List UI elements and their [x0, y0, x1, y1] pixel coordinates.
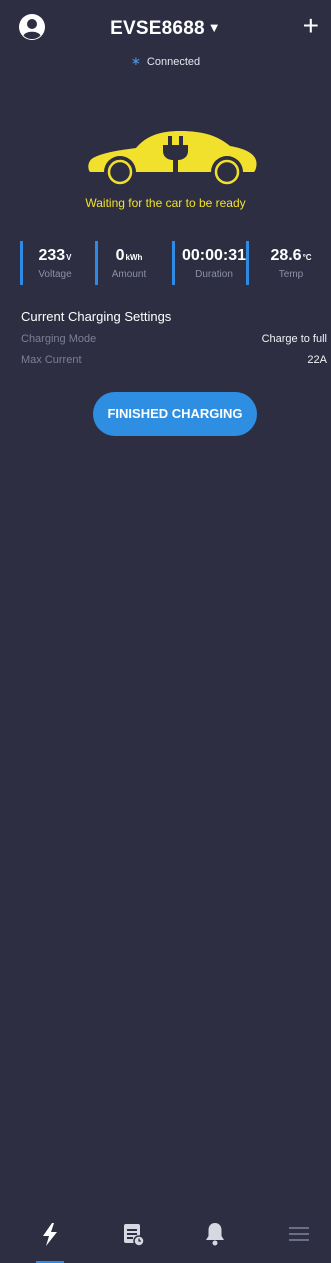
stat-value: 0kWh [115, 247, 143, 264]
charging-status-text: Waiting for the car to be ready [85, 196, 246, 210]
stat-divider [95, 241, 98, 285]
stat-label: Duration [195, 269, 233, 280]
stat-divider [246, 241, 249, 285]
stats-panel: 233V Voltage 0kWh Amount 00:00:31 Durati… [0, 241, 331, 287]
stat-label: Temp [278, 269, 304, 280]
bottom-tab-bar [0, 607, 331, 1263]
stat-voltage: 233V Voltage [20, 241, 90, 287]
device-selector[interactable]: EVSE8688 ▼ [0, 18, 331, 40]
setting-value: 22A [307, 354, 327, 366]
connection-status: ∗ Connected [0, 54, 331, 68]
stat-divider [172, 241, 175, 285]
lightning-icon[interactable] [30, 1219, 70, 1249]
stat-label: Voltage [38, 269, 72, 280]
add-device-button[interactable]: + [303, 12, 319, 40]
setting-value: Charge to full [261, 333, 327, 345]
finished-charging-button[interactable]: FINISHED CHARGING [93, 392, 257, 436]
stat-value: 28.6°C [270, 247, 312, 264]
setting-key: Max Current [21, 354, 82, 366]
top-bar: EVSE8688 ▼ + ∗ Connected [0, 0, 331, 78]
bell-icon[interactable] [195, 1219, 235, 1249]
setting-row-charging-mode: Charging Mode Charge to full [21, 333, 327, 345]
settings-title: Current Charging Settings [21, 309, 172, 324]
stat-label: Amount [111, 269, 147, 280]
chevron-down-icon: ▼ [207, 20, 221, 35]
records-icon[interactable] [113, 1219, 153, 1249]
stat-divider [20, 241, 23, 285]
setting-row-max-current: Max Current 22A [21, 354, 327, 366]
stat-value: 233V [38, 247, 72, 264]
bluetooth-icon: ∗ [130, 54, 141, 68]
setting-key: Charging Mode [21, 333, 97, 345]
stat-amount: 0kWh Amount [95, 241, 165, 287]
stat-temp: 28.6°C Temp [246, 241, 326, 287]
ev-car-plug-icon [88, 131, 257, 188]
menu-icon[interactable] [280, 1219, 320, 1249]
stat-value: 00:00:31 [181, 247, 247, 264]
device-name: EVSE8688 [110, 18, 205, 39]
connection-status-text: Connected [146, 56, 201, 68]
stat-duration: 00:00:31 Duration [172, 241, 246, 287]
